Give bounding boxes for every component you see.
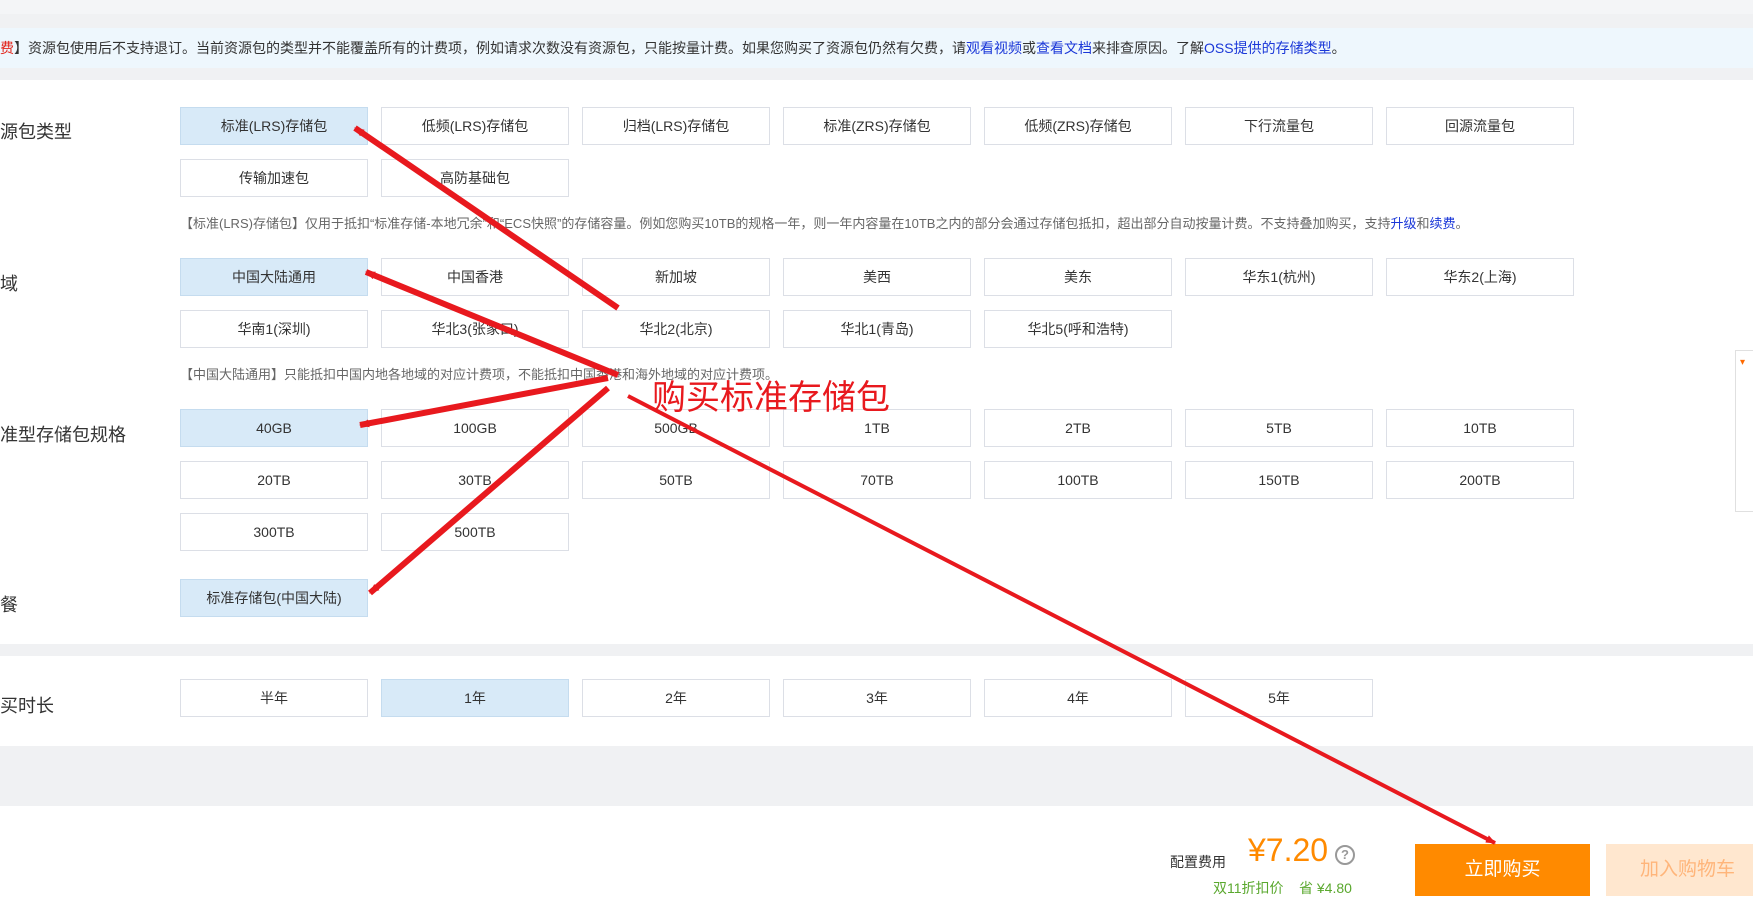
help-icon[interactable]: ? <box>1335 845 1355 865</box>
region-option[interactable]: 中国大陆通用 <box>180 258 368 296</box>
region-option[interactable]: 华北1(青岛) <box>783 310 971 348</box>
notice-banner: 费】资源包使用后不支持退订。当前资源包的类型并不能覆盖所有的计费项，例如请求次数… <box>0 28 1753 68</box>
region-option[interactable]: 华东2(上海) <box>1386 258 1574 296</box>
duration-option[interactable]: 5年 <box>1185 679 1373 717</box>
buy-now-button[interactable]: 立即购买 <box>1415 844 1590 896</box>
config-fee-label: 配置费用 <box>1170 854 1226 870</box>
notice-text-2: 或 <box>1022 40 1036 56</box>
package-type-option[interactable]: 回源流量包 <box>1386 107 1574 145</box>
top-strip <box>0 0 1753 14</box>
region-option[interactable]: 中国香港 <box>381 258 569 296</box>
package-type-desc-end: 。 <box>1455 216 1469 231</box>
spec-option[interactable]: 20TB <box>180 461 368 499</box>
duration-option[interactable]: 2年 <box>582 679 770 717</box>
duration-option[interactable]: 1年 <box>381 679 569 717</box>
side-float-widget[interactable]: ▾ <box>1735 350 1753 512</box>
spec-option[interactable]: 200TB <box>1386 461 1574 499</box>
notice-prefix: 费 <box>0 40 14 56</box>
side-widget-icon: ▾ <box>1740 357 1746 368</box>
region-option[interactable]: 华北5(呼和浩特) <box>984 310 1172 348</box>
package-type-desc-and: 和 <box>1416 216 1430 231</box>
spec-option[interactable]: 70TB <box>783 461 971 499</box>
annotation-label: 购买标准存储包 <box>652 379 890 417</box>
package-type-option[interactable]: 传输加速包 <box>180 159 368 197</box>
duration-label: 买时长 <box>0 696 54 716</box>
spec-label: 准型存储包规格 <box>0 425 126 445</box>
notice-text-4: 。 <box>1331 40 1346 56</box>
savings-value: 省 ¥4.80 <box>1299 880 1352 896</box>
price-value: ¥7.20 <box>1248 832 1329 868</box>
package-type-label: 源包类型 <box>0 122 72 142</box>
spec-option[interactable]: 2TB <box>984 409 1172 447</box>
watch-video-link[interactable]: 观看视频 <box>966 40 1022 56</box>
spec-option[interactable]: 50TB <box>582 461 770 499</box>
region-option[interactable]: 华北3(张家口) <box>381 310 569 348</box>
duration-option[interactable]: 半年 <box>180 679 368 717</box>
region-option[interactable]: 新加坡 <box>582 258 770 296</box>
region-option[interactable]: 美东 <box>984 258 1172 296</box>
region-label: 域 <box>0 274 18 294</box>
region-option[interactable]: 华东1(杭州) <box>1185 258 1373 296</box>
package-type-option[interactable]: 低频(ZRS)存储包 <box>984 107 1172 145</box>
package-type-option[interactable]: 下行流量包 <box>1185 107 1373 145</box>
package-type-description: 【标准(LRS)存储包】仅用于抵扣“标准存储-本地冗余”和“ECS快照”的存储容… <box>180 213 1469 232</box>
package-type-option[interactable]: 标准(ZRS)存储包 <box>783 107 971 145</box>
package-option[interactable]: 标准存储包(中国大陆) <box>180 579 368 617</box>
notice-text-1: 】资源包使用后不支持退订。当前资源包的类型并不能覆盖所有的计费项，例如请求次数没… <box>14 40 966 56</box>
view-docs-link[interactable]: 查看文档 <box>1036 40 1092 56</box>
renew-link[interactable]: 续费 <box>1430 216 1456 231</box>
package-type-option[interactable]: 归档(LRS)存储包 <box>582 107 770 145</box>
spec-option[interactable]: 5TB <box>1185 409 1373 447</box>
region-option[interactable]: 华南1(深圳) <box>180 310 368 348</box>
spec-option[interactable]: 100TB <box>984 461 1172 499</box>
upgrade-link[interactable]: 升级 <box>1390 216 1416 231</box>
package-type-desc-text: 【标准(LRS)存储包】仅用于抵扣“标准存储-本地冗余”和“ECS快照”的存储容… <box>180 216 1391 231</box>
spec-option[interactable]: 40GB <box>180 409 368 447</box>
region-option[interactable]: 华北2(北京) <box>582 310 770 348</box>
spec-option[interactable]: 150TB <box>1185 461 1373 499</box>
duration-option[interactable]: 4年 <box>984 679 1172 717</box>
discount-label: 双11折扣价 <box>1213 880 1284 896</box>
package-label: 餐 <box>0 595 18 615</box>
spec-option[interactable]: 300TB <box>180 513 368 551</box>
notice-text-3: 来排查原因。了解 <box>1092 40 1204 56</box>
add-to-cart-button[interactable]: 加入购物车 <box>1606 844 1753 896</box>
spec-option[interactable]: 30TB <box>381 461 569 499</box>
storage-types-link[interactable]: OSS提供的存储类型 <box>1204 40 1332 56</box>
spec-option[interactable]: 500TB <box>381 513 569 551</box>
spec-option[interactable]: 100GB <box>381 409 569 447</box>
package-type-option[interactable]: 低频(LRS)存储包 <box>381 107 569 145</box>
duration-option[interactable]: 3年 <box>783 679 971 717</box>
region-option[interactable]: 美西 <box>783 258 971 296</box>
package-type-option[interactable]: 标准(LRS)存储包 <box>180 107 368 145</box>
package-type-option[interactable]: 高防基础包 <box>381 159 569 197</box>
spec-option[interactable]: 10TB <box>1386 409 1574 447</box>
